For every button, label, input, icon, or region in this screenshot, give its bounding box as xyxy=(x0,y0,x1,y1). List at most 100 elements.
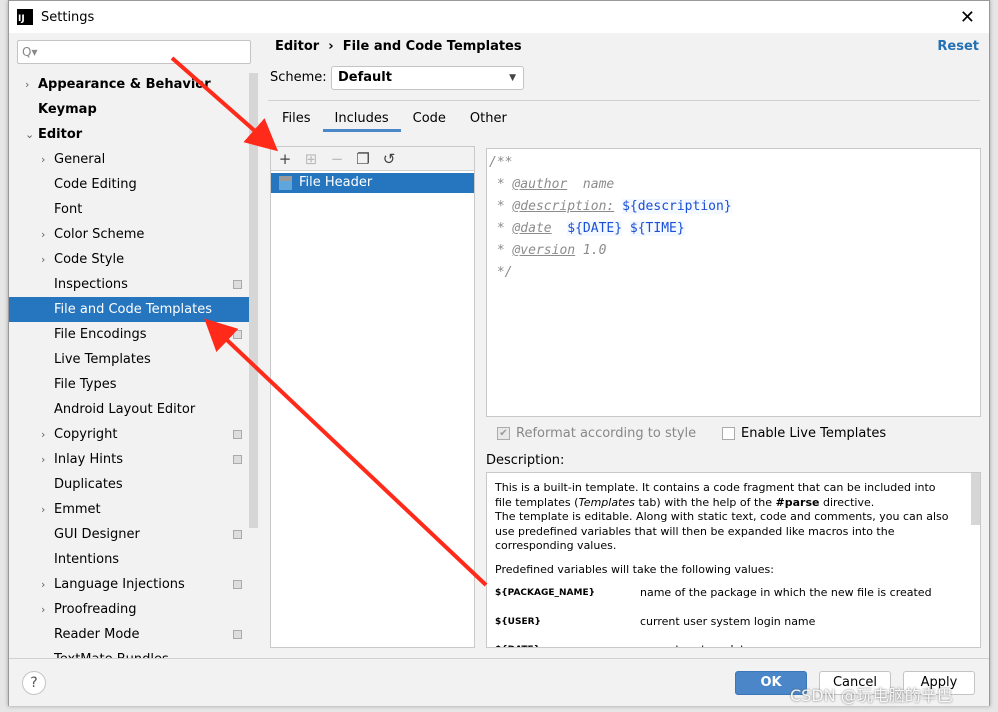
help-button[interactable]: ? xyxy=(22,671,46,695)
project-scope-icon xyxy=(233,330,242,339)
scheme-value: Default xyxy=(338,70,392,85)
code-line: * @author name xyxy=(496,177,615,192)
chevron-right-icon[interactable]: › xyxy=(41,597,45,622)
variable-name: ${DATE} xyxy=(495,643,640,647)
project-scope-icon xyxy=(233,580,242,589)
variable-description: current user system login name xyxy=(640,614,816,628)
project-scope-icon xyxy=(233,530,242,539)
code-line: /** xyxy=(489,155,513,170)
tree-item[interactable]: › Appearance & Behavior xyxy=(9,72,258,97)
tree-item[interactable]: GUI Designer xyxy=(9,522,258,547)
template-label: File Header xyxy=(299,175,373,190)
file-template-icon xyxy=(279,176,292,190)
description-label: Description: xyxy=(486,453,565,468)
settings-sidebar: Q▾ › Appearance & Behavior Keymap ⌄ Editor › G… xyxy=(9,33,258,658)
reset-icon[interactable]: ↺ xyxy=(381,150,397,168)
chevron-right-icon[interactable]: › xyxy=(25,72,29,97)
reset-link[interactable]: Reset xyxy=(937,39,979,54)
tree-item-label: Copyright xyxy=(54,427,118,442)
tree-item-label: Inlay Hints xyxy=(54,452,123,467)
template-editor[interactable]: /** * @author name * @description: ${des… xyxy=(486,148,981,417)
chevron-right-icon[interactable]: › xyxy=(41,497,45,522)
tree-item[interactable]: File and Code Templates xyxy=(9,297,258,322)
tree-item[interactable]: Live Templates xyxy=(9,347,258,372)
template-toolbar: + ⊞ − ❐ ↺ xyxy=(271,147,474,171)
tree-item[interactable]: › Language Injections xyxy=(9,572,258,597)
tree-item[interactable]: › Code Style xyxy=(9,247,258,272)
chevron-down-icon: ▼ xyxy=(509,73,516,83)
tab-other[interactable]: Other xyxy=(458,106,519,132)
variable-name: ${PACKAGE_NAME} xyxy=(495,588,595,598)
checkbox-icon xyxy=(722,427,735,440)
tree-item-label: Font xyxy=(54,202,83,217)
description-scrollbar[interactable] xyxy=(971,473,980,525)
tree-item-label: Reader Mode xyxy=(54,627,140,642)
tree-item[interactable]: Android Layout Editor xyxy=(9,397,258,422)
add-icon[interactable]: + xyxy=(277,150,293,168)
intellij-logo-icon: IJ xyxy=(17,9,33,25)
remove-icon[interactable]: − xyxy=(329,150,345,168)
tree-item[interactable]: › Color Scheme xyxy=(9,222,258,247)
add-child-icon[interactable]: ⊞ xyxy=(303,150,319,168)
tree-item[interactable]: › Inlay Hints xyxy=(9,447,258,472)
chevron-down-icon[interactable]: ⌄ xyxy=(25,122,34,147)
tree-item-label: Live Templates xyxy=(54,352,151,367)
tree-item[interactable]: › General xyxy=(9,147,258,172)
tree-item[interactable]: File Encodings xyxy=(9,322,258,347)
scheme-select[interactable]: Default ▼ xyxy=(331,66,524,90)
tree-item-label: Intentions xyxy=(54,552,120,567)
variables-table: ${PACKAGE_NAME} name of the package in wh… xyxy=(495,586,950,647)
chevron-right-icon[interactable]: › xyxy=(41,147,45,172)
settings-search-input[interactable]: Q▾ xyxy=(17,40,251,64)
tree-item[interactable]: Intentions xyxy=(9,547,258,572)
title-bar: IJ Settings ✕ xyxy=(9,1,989,33)
chevron-right-icon[interactable]: › xyxy=(41,247,45,272)
tab-files[interactable]: Files xyxy=(270,106,323,132)
tree-item[interactable]: Duplicates xyxy=(9,472,258,497)
template-item-file-header[interactable]: File Header xyxy=(271,173,474,193)
close-icon[interactable]: ✕ xyxy=(960,7,975,28)
tree-item-label: Inspections xyxy=(54,277,128,292)
tree-item-label: Emmet xyxy=(54,502,101,517)
breadcrumb-editor: Editor xyxy=(275,39,320,54)
tree-item-label: TextMate Bundles xyxy=(54,647,169,658)
chevron-right-icon[interactable]: › xyxy=(41,447,45,472)
tree-item-label: GUI Designer xyxy=(54,527,140,542)
tab-code[interactable]: Code xyxy=(401,106,458,132)
checkbox-checked-icon: ✔ xyxy=(497,427,510,440)
settings-dialog: IJ Settings ✕ Q▾ › Appearance & Behavior K… xyxy=(8,0,990,706)
template-list-pane: + ⊞ − ❐ ↺ File Header xyxy=(270,146,475,648)
breadcrumb-separator: › xyxy=(328,39,334,54)
chevron-right-icon[interactable]: › xyxy=(41,572,45,597)
tree-item[interactable]: › Proofreading xyxy=(9,597,258,622)
copy-icon[interactable]: ❐ xyxy=(355,150,371,168)
tree-item[interactable]: TextMate Bundles xyxy=(9,647,258,658)
chevron-right-icon[interactable]: › xyxy=(41,422,45,447)
project-scope-icon xyxy=(233,455,242,464)
tab-includes[interactable]: Includes xyxy=(322,106,401,132)
chevron-right-icon[interactable]: › xyxy=(41,222,45,247)
tree-item-label: Keymap xyxy=(38,102,97,117)
tree-item[interactable]: › Emmet xyxy=(9,497,258,522)
tree-item-label: Android Layout Editor xyxy=(54,402,196,417)
tree-item[interactable]: Font xyxy=(9,197,258,222)
tree-item[interactable]: ⌄ Editor xyxy=(9,122,258,147)
enable-live-templates-checkbox[interactable]: Enable Live Templates xyxy=(722,426,886,441)
tree-item[interactable]: Keymap xyxy=(9,97,258,122)
breadcrumb-current: File and Code Templates xyxy=(342,39,522,54)
variable-description: name of the package in which the new fil… xyxy=(640,586,932,599)
variable-name: ${USER} xyxy=(495,616,541,627)
tree-item[interactable]: › Copyright xyxy=(9,422,258,447)
sidebar-scrollbar[interactable] xyxy=(249,73,258,528)
breadcrumb: Editor › File and Code Templates xyxy=(275,39,522,54)
tree-item-label: Code Editing xyxy=(54,177,137,192)
reformat-checkbox[interactable]: ✔ Reformat according to style xyxy=(497,426,696,441)
tree-item-label: Proofreading xyxy=(54,602,137,617)
tree-item-label: Color Scheme xyxy=(54,227,145,242)
tree-item[interactable]: Inspections xyxy=(9,272,258,297)
tree-item-label: File Types xyxy=(54,377,117,392)
tree-item-label: Editor xyxy=(38,127,83,142)
tree-item[interactable]: Reader Mode xyxy=(9,622,258,647)
tree-item[interactable]: Code Editing xyxy=(9,172,258,197)
tree-item[interactable]: File Types xyxy=(9,372,258,397)
